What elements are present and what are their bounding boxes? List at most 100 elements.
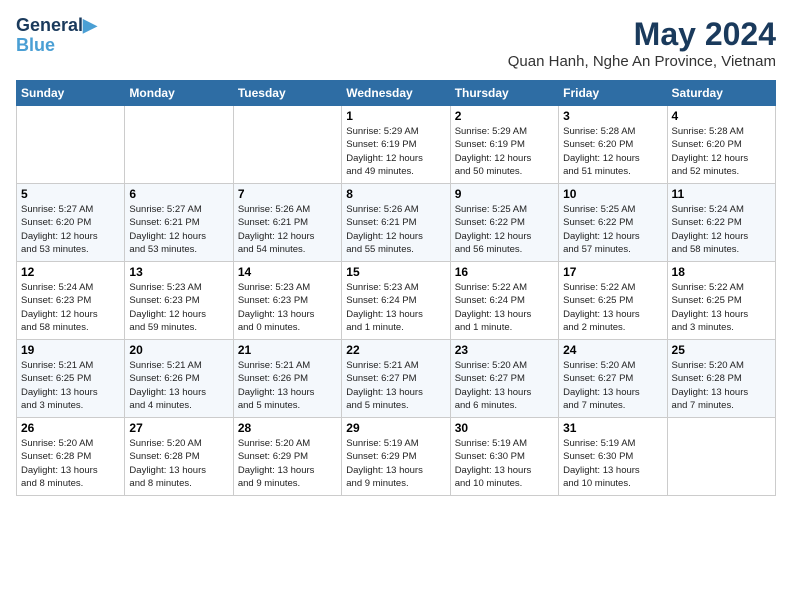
day-info: Sunrise: 5:21 AM Sunset: 6:25 PM Dayligh…: [21, 359, 120, 412]
day-info: Sunrise: 5:28 AM Sunset: 6:20 PM Dayligh…: [563, 125, 662, 178]
calendar-week-row: 12 Sunrise: 5:24 AM Sunset: 6:23 PM Dayli…: [17, 262, 776, 340]
weekday-header: Saturday: [667, 81, 775, 106]
logo-text: General▶Blue: [16, 16, 97, 56]
day-number: 20: [129, 343, 228, 357]
calendar-cell: 19 Sunrise: 5:21 AM Sunset: 6:25 PM Dayli…: [17, 340, 125, 418]
day-number: 6: [129, 187, 228, 201]
calendar-cell: [17, 106, 125, 184]
location-title: Quan Hanh, Nghe An Province, Vietnam: [508, 53, 776, 70]
weekday-header: Sunday: [17, 81, 125, 106]
calendar-week-row: 19 Sunrise: 5:21 AM Sunset: 6:25 PM Dayli…: [17, 340, 776, 418]
title-block: May 2024 Quan Hanh, Nghe An Province, Vi…: [508, 16, 776, 70]
day-info: Sunrise: 5:29 AM Sunset: 6:19 PM Dayligh…: [346, 125, 445, 178]
day-number: 11: [672, 187, 771, 201]
day-info: Sunrise: 5:27 AM Sunset: 6:21 PM Dayligh…: [129, 203, 228, 256]
day-number: 1: [346, 109, 445, 123]
weekday-header: Tuesday: [233, 81, 341, 106]
day-info: Sunrise: 5:27 AM Sunset: 6:20 PM Dayligh…: [21, 203, 120, 256]
day-info: Sunrise: 5:26 AM Sunset: 6:21 PM Dayligh…: [238, 203, 337, 256]
day-number: 23: [455, 343, 554, 357]
calendar-cell: 7Sunrise: 5:26 AM Sunset: 6:21 PM Daylig…: [233, 184, 341, 262]
day-number: 27: [129, 421, 228, 435]
day-number: 8: [346, 187, 445, 201]
day-info: Sunrise: 5:19 AM Sunset: 6:30 PM Dayligh…: [455, 437, 554, 490]
calendar-week-row: 5 Sunrise: 5:27 AM Sunset: 6:20 PM Daylig…: [17, 184, 776, 262]
calendar-cell: 11 Sunrise: 5:24 AM Sunset: 6:22 PM Dayli…: [667, 184, 775, 262]
day-info: Sunrise: 5:25 AM Sunset: 6:22 PM Dayligh…: [563, 203, 662, 256]
day-info: Sunrise: 5:29 AM Sunset: 6:19 PM Dayligh…: [455, 125, 554, 178]
calendar-cell: 6 Sunrise: 5:27 AM Sunset: 6:21 PM Daylig…: [125, 184, 233, 262]
day-info: Sunrise: 5:22 AM Sunset: 6:25 PM Dayligh…: [672, 281, 771, 334]
calendar-cell: 17Sunrise: 5:22 AM Sunset: 6:25 PM Dayli…: [559, 262, 667, 340]
calendar-cell: [667, 418, 775, 496]
calendar-cell: [233, 106, 341, 184]
calendar-cell: 16Sunrise: 5:22 AM Sunset: 6:24 PM Dayli…: [450, 262, 558, 340]
calendar-table: SundayMondayTuesdayWednesdayThursdayFrid…: [16, 80, 776, 496]
month-title: May 2024: [508, 16, 776, 53]
day-number: 3: [563, 109, 662, 123]
calendar-cell: 22 Sunrise: 5:21 AM Sunset: 6:27 PM Dayli…: [342, 340, 450, 418]
day-number: 29: [346, 421, 445, 435]
calendar-cell: 10 Sunrise: 5:25 AM Sunset: 6:22 PM Dayli…: [559, 184, 667, 262]
day-number: 26: [21, 421, 120, 435]
day-number: 12: [21, 265, 120, 279]
day-info: Sunrise: 5:26 AM Sunset: 6:21 PM Dayligh…: [346, 203, 445, 256]
calendar-cell: [125, 106, 233, 184]
calendar-cell: 25Sunrise: 5:20 AM Sunset: 6:28 PM Dayli…: [667, 340, 775, 418]
day-info: Sunrise: 5:23 AM Sunset: 6:24 PM Dayligh…: [346, 281, 445, 334]
weekday-header-row: SundayMondayTuesdayWednesdayThursdayFrid…: [17, 81, 776, 106]
day-number: 16: [455, 265, 554, 279]
calendar-cell: 21Sunrise: 5:21 AM Sunset: 6:26 PM Dayli…: [233, 340, 341, 418]
calendar-cell: 31Sunrise: 5:19 AM Sunset: 6:30 PM Dayli…: [559, 418, 667, 496]
day-info: Sunrise: 5:20 AM Sunset: 6:27 PM Dayligh…: [563, 359, 662, 412]
day-number: 22: [346, 343, 445, 357]
calendar-cell: 29 Sunrise: 5:19 AM Sunset: 6:29 PM Dayli…: [342, 418, 450, 496]
day-info: Sunrise: 5:21 AM Sunset: 6:27 PM Dayligh…: [346, 359, 445, 412]
calendar-cell: 30 Sunrise: 5:19 AM Sunset: 6:30 PM Dayli…: [450, 418, 558, 496]
calendar-cell: 12 Sunrise: 5:24 AM Sunset: 6:23 PM Dayli…: [17, 262, 125, 340]
day-info: Sunrise: 5:19 AM Sunset: 6:29 PM Dayligh…: [346, 437, 445, 490]
calendar-cell: 15 Sunrise: 5:23 AM Sunset: 6:24 PM Dayli…: [342, 262, 450, 340]
day-number: 5: [21, 187, 120, 201]
calendar-cell: 26 Sunrise: 5:20 AM Sunset: 6:28 PM Dayli…: [17, 418, 125, 496]
day-number: 24: [563, 343, 662, 357]
day-info: Sunrise: 5:20 AM Sunset: 6:28 PM Dayligh…: [672, 359, 771, 412]
calendar-cell: 20 Sunrise: 5:21 AM Sunset: 6:26 PM Dayli…: [125, 340, 233, 418]
day-info: Sunrise: 5:22 AM Sunset: 6:25 PM Dayligh…: [563, 281, 662, 334]
calendar-cell: 28 Sunrise: 5:20 AM Sunset: 6:29 PM Dayli…: [233, 418, 341, 496]
calendar-cell: 5 Sunrise: 5:27 AM Sunset: 6:20 PM Daylig…: [17, 184, 125, 262]
day-info: Sunrise: 5:24 AM Sunset: 6:22 PM Dayligh…: [672, 203, 771, 256]
page-header: General▶Blue May 2024 Quan Hanh, Nghe An…: [16, 16, 776, 70]
day-info: Sunrise: 5:21 AM Sunset: 6:26 PM Dayligh…: [238, 359, 337, 412]
day-info: Sunrise: 5:20 AM Sunset: 6:27 PM Dayligh…: [455, 359, 554, 412]
calendar-cell: 27 Sunrise: 5:20 AM Sunset: 6:28 PM Dayli…: [125, 418, 233, 496]
day-number: 30: [455, 421, 554, 435]
day-number: 10: [563, 187, 662, 201]
day-number: 13: [129, 265, 228, 279]
day-number: 19: [21, 343, 120, 357]
calendar-cell: 3 Sunrise: 5:28 AM Sunset: 6:20 PM Daylig…: [559, 106, 667, 184]
day-info: Sunrise: 5:23 AM Sunset: 6:23 PM Dayligh…: [238, 281, 337, 334]
calendar-cell: 4Sunrise: 5:28 AM Sunset: 6:20 PM Daylig…: [667, 106, 775, 184]
day-number: 18: [672, 265, 771, 279]
day-info: Sunrise: 5:25 AM Sunset: 6:22 PM Dayligh…: [455, 203, 554, 256]
calendar-cell: 23 Sunrise: 5:20 AM Sunset: 6:27 PM Dayli…: [450, 340, 558, 418]
day-number: 4: [672, 109, 771, 123]
weekday-header: Thursday: [450, 81, 558, 106]
day-info: Sunrise: 5:24 AM Sunset: 6:23 PM Dayligh…: [21, 281, 120, 334]
day-info: Sunrise: 5:19 AM Sunset: 6:30 PM Dayligh…: [563, 437, 662, 490]
day-number: 28: [238, 421, 337, 435]
day-number: 15: [346, 265, 445, 279]
calendar-cell: 18 Sunrise: 5:22 AM Sunset: 6:25 PM Dayli…: [667, 262, 775, 340]
weekday-header: Monday: [125, 81, 233, 106]
calendar-cell: 24 Sunrise: 5:20 AM Sunset: 6:27 PM Dayli…: [559, 340, 667, 418]
day-info: Sunrise: 5:23 AM Sunset: 6:23 PM Dayligh…: [129, 281, 228, 334]
day-info: Sunrise: 5:20 AM Sunset: 6:29 PM Dayligh…: [238, 437, 337, 490]
day-info: Sunrise: 5:20 AM Sunset: 6:28 PM Dayligh…: [21, 437, 120, 490]
calendar-cell: 8 Sunrise: 5:26 AM Sunset: 6:21 PM Daylig…: [342, 184, 450, 262]
calendar-week-row: 26 Sunrise: 5:20 AM Sunset: 6:28 PM Dayli…: [17, 418, 776, 496]
day-info: Sunrise: 5:21 AM Sunset: 6:26 PM Dayligh…: [129, 359, 228, 412]
day-info: Sunrise: 5:20 AM Sunset: 6:28 PM Dayligh…: [129, 437, 228, 490]
calendar-cell: 2Sunrise: 5:29 AM Sunset: 6:19 PM Daylig…: [450, 106, 558, 184]
weekday-header: Friday: [559, 81, 667, 106]
